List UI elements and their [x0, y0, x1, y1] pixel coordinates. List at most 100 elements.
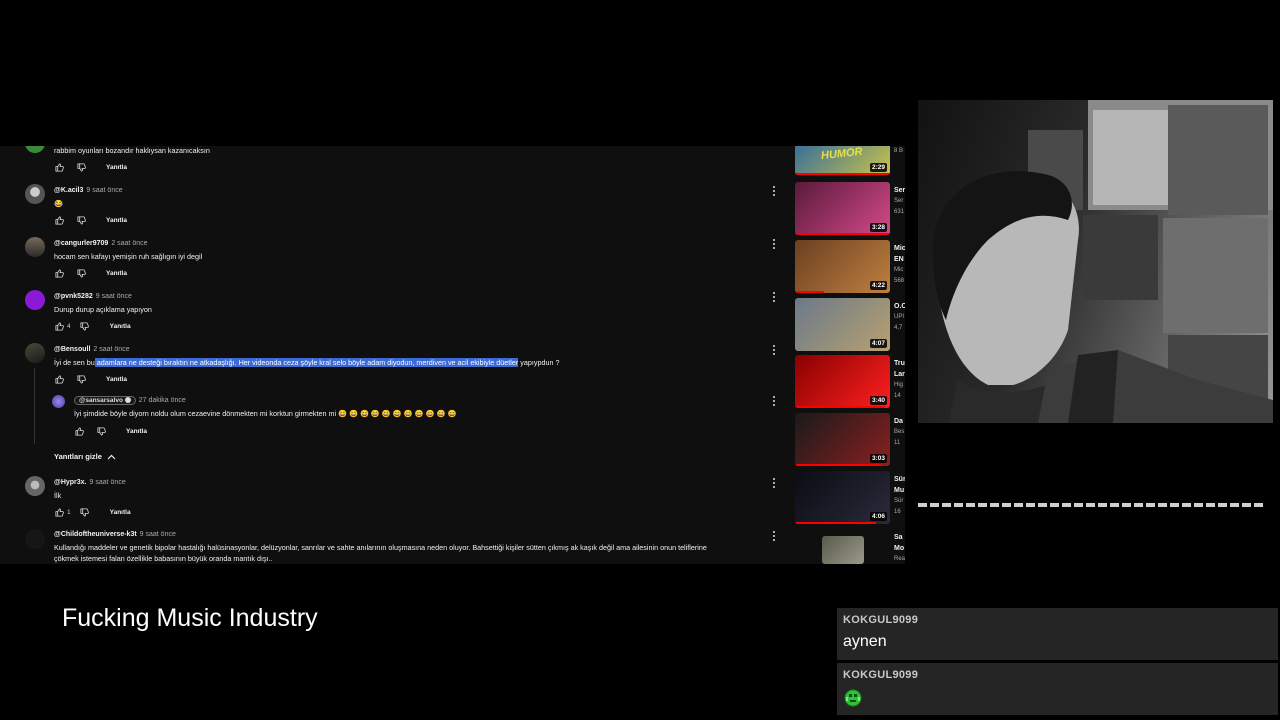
comment-time[interactable]: 2 saat önce [111, 240, 147, 247]
reply-button[interactable]: Yanıtla [110, 323, 131, 330]
dislike-icon[interactable] [76, 268, 86, 278]
dislike-icon[interactable] [80, 507, 90, 517]
like-icon[interactable] [54, 215, 64, 225]
dislike-icon[interactable] [76, 162, 86, 172]
sidebar-video-item[interactable]: 4:07 O.C UPI 4,7 [795, 298, 905, 354]
avatar[interactable] [25, 343, 45, 363]
comment-author[interactable]: @Hypr3x. [54, 479, 87, 486]
dislike-icon[interactable] [96, 426, 106, 436]
chevron-up-icon [107, 454, 116, 459]
video-thumbnail[interactable] [822, 536, 864, 564]
dislike-icon[interactable] [76, 374, 86, 384]
hide-replies-button[interactable]: Yanıtları gizle [54, 452, 116, 461]
more-options-icon[interactable] [771, 291, 777, 303]
avatar[interactable] [25, 146, 45, 153]
avatar[interactable] [25, 290, 45, 310]
like-icon[interactable] [54, 162, 64, 172]
comment-author[interactable]: @cangurler9709 [54, 240, 108, 247]
reply-button[interactable]: Yanıtla [110, 509, 131, 516]
video-thumbnail[interactable]: 4:22 [795, 240, 890, 293]
video-title[interactable]: O.C [894, 303, 905, 310]
comment-time[interactable]: 9 saat önce [90, 479, 126, 486]
video-title[interactable]: Da [894, 418, 903, 425]
video-meta: 4,7 [894, 325, 903, 331]
comment-time[interactable]: 9 saat önce [86, 187, 122, 194]
sidebar-video-item[interactable]: 3:28 Ser Ser 631 [795, 182, 905, 238]
comment-author[interactable]: @Bensoull [54, 346, 90, 353]
comment-text: hocam sen kafayı yemişin ruh sağlıgın iy… [54, 252, 203, 261]
comment-actions: 4 Yanıtla [54, 321, 131, 331]
video-title[interactable]: EN [894, 256, 904, 263]
video-title[interactable]: Sür [894, 476, 905, 483]
like-icon[interactable] [54, 507, 64, 517]
sidebar-video-item[interactable]: Sa Mo Rea [795, 529, 905, 564]
chat-username[interactable]: KOKGUL9099 [843, 614, 918, 626]
avatar[interactable] [25, 184, 45, 204]
video-title[interactable]: Mic [894, 245, 905, 252]
comment-text-part: yapıypdun ? [518, 358, 560, 367]
video-title[interactable]: Mu [894, 487, 904, 494]
avatar[interactable] [25, 476, 45, 496]
comment-author[interactable]: @Childoftheuniverse-k3t [54, 531, 137, 538]
comment-time[interactable]: 2 saat önce [93, 346, 129, 353]
video-title[interactable]: Mo [894, 545, 904, 552]
sidebar-video-item[interactable]: 3:40 Tru Lar Hig 14 [795, 355, 905, 411]
video-thumbnail[interactable]: 3:03 [795, 413, 890, 466]
video-title[interactable]: Sa [894, 534, 903, 541]
video-thumbnail[interactable]: 3:40 [795, 355, 890, 408]
avatar[interactable] [25, 237, 45, 257]
comments-panel[interactable]: rabbim oyunları bozandır haklıysan kazan… [0, 146, 795, 564]
video-meta: 14 [894, 393, 901, 399]
sidebar-video-item[interactable]: 4:06 Sür Mu Sür 16 [795, 471, 905, 527]
avatar[interactable] [25, 529, 45, 549]
dislike-icon[interactable] [80, 321, 90, 331]
more-options-icon[interactable] [771, 530, 777, 542]
video-thumbnail[interactable]: 4:06 [795, 471, 890, 524]
selected-text: adamlara ne desteği bıraktın ne atkadaşl… [94, 358, 519, 367]
video-title[interactable]: Tru [894, 360, 905, 367]
video-thumbnail[interactable]: 3:28 [795, 182, 890, 235]
sidebar-video-item[interactable]: 4:22 Mic EN Mic 568 [795, 240, 905, 296]
comment-actions: Yanıtla [54, 162, 127, 172]
reply-button[interactable]: Yanıtla [106, 376, 127, 383]
more-options-icon[interactable] [771, 344, 777, 356]
webcam-image [933, 100, 1273, 423]
comment-author[interactable]: @pvnk5282 [54, 293, 93, 300]
like-icon[interactable] [54, 374, 64, 384]
comment-time[interactable]: 27 dakika önce [139, 397, 186, 404]
related-videos-sidebar[interactable]: HUMOR 2:29 8 B 3:28 Ser Ser 631 4:22 Mic EN Mic 568… [795, 146, 905, 564]
comment-actions: Yanıtla [74, 426, 147, 436]
like-icon[interactable] [74, 426, 84, 436]
author-chip[interactable]: @sansarsalvo [74, 396, 136, 405]
video-meta: 16 [894, 509, 901, 515]
video-title[interactable]: Ser [894, 187, 905, 194]
video-duration: 4:22 [869, 281, 887, 290]
dislike-icon[interactable] [76, 215, 86, 225]
video-meta: Sür [894, 498, 904, 504]
like-icon[interactable] [54, 321, 64, 331]
more-options-icon[interactable] [771, 185, 777, 197]
avatar[interactable] [52, 395, 65, 408]
sidebar-video-item[interactable]: 3:03 Da Bes 11 [795, 413, 905, 469]
video-thumbnail[interactable]: 4:07 [795, 298, 890, 351]
reply-button[interactable]: Yanıtla [126, 428, 147, 435]
more-options-icon[interactable] [771, 238, 777, 250]
video-duration: 3:28 [869, 223, 887, 232]
reply-button[interactable]: Yanıtla [106, 217, 127, 224]
reply-button[interactable]: Yanıtla [106, 270, 127, 277]
comment-time[interactable]: 9 saat önce [96, 293, 132, 300]
more-options-icon[interactable] [771, 395, 777, 407]
chat-username[interactable]: KOKGUL9099 [843, 669, 918, 681]
video-meta: UPI [894, 314, 905, 320]
comment-time[interactable]: 9 saat önce [140, 531, 176, 538]
reply-button[interactable]: Yanıtla [106, 164, 127, 171]
comment-actions: Yanıtla [54, 374, 127, 384]
more-options-icon[interactable] [771, 477, 777, 489]
comment-text: Kullandığı maddeler ve genetik bipolar h… [54, 543, 707, 552]
like-icon[interactable] [54, 268, 64, 278]
comment-actions: 1 Yanıtla [54, 507, 131, 517]
comment-author[interactable]: @K.acil3 [54, 187, 83, 194]
video-thumbnail[interactable]: HUMOR 2:29 [795, 146, 890, 175]
comment-actions: Yanıtla [54, 268, 127, 278]
video-title[interactable]: Lar [894, 371, 905, 378]
